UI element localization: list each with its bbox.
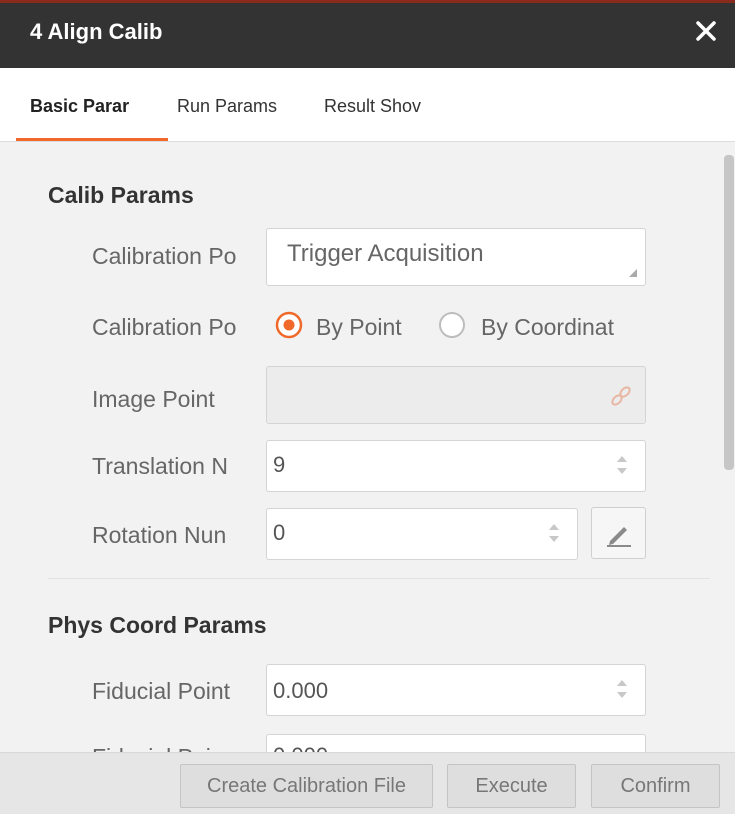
tab-bar: Basic Parar Run Params Result Shov: [0, 68, 735, 142]
translation-num-value: 9: [273, 452, 286, 477]
by-point-label: By Point: [316, 314, 402, 340]
calibration-mode-label: Calibration Po: [92, 314, 237, 340]
fiducial-point-1-label: Fiducial Point: [92, 678, 231, 704]
calibration-source-value: Trigger Acquisition: [287, 240, 484, 267]
close-icon[interactable]: [690, 15, 722, 47]
scrollbar-thumb[interactable]: [724, 155, 734, 470]
rotation-num-label: Rotation Nun: [92, 522, 227, 548]
calibration-source-label: Calibration Po: [92, 243, 237, 269]
image-point-label: Image Point: [92, 386, 215, 412]
rotation-num-value: 0: [273, 520, 286, 545]
create-calibration-file-button[interactable]: Create Calibration File: [180, 764, 433, 808]
stepper-arrows-icon[interactable]: [615, 453, 629, 477]
calib-params-title: Calib Params: [48, 182, 194, 208]
phys-coord-params-title: Phys Coord Params: [48, 612, 267, 638]
translation-num-label: Translation N: [92, 453, 228, 479]
tab-basic-params[interactable]: Basic Parar: [30, 96, 162, 117]
rotation-num-stepper[interactable]: 0: [266, 508, 578, 560]
window-title: 4 Align Calib: [30, 19, 163, 44]
pencil-icon: [607, 527, 631, 547]
active-tab-indicator: [16, 138, 168, 141]
radio-by-point[interactable]: [275, 311, 303, 339]
edit-rotation-button[interactable]: [591, 507, 646, 559]
translation-num-stepper[interactable]: 9: [266, 440, 646, 492]
by-coordinate-label: By Coordinat: [481, 314, 614, 340]
fiducial-point-1-value: 0.000: [273, 678, 329, 703]
radio-by-coordinate[interactable]: [438, 311, 466, 339]
dialog-footer: Create Calibration File Execute Confirm: [0, 752, 735, 814]
fiducial-point-1-stepper[interactable]: 0.000: [266, 664, 646, 716]
align-calib-dialog: 4 Align Calib Basic Parar Run Params Res…: [0, 0, 735, 814]
confirm-button[interactable]: Confirm: [591, 764, 720, 808]
tab-run-params[interactable]: Run Params: [177, 96, 307, 117]
tab-result-show[interactable]: Result Shov: [324, 96, 454, 117]
stepper-arrows-icon[interactable]: [615, 677, 629, 701]
title-bar: 4 Align Calib: [0, 0, 735, 68]
image-point-field[interactable]: [266, 366, 646, 424]
stepper-arrows-icon[interactable]: [547, 521, 561, 545]
dropdown-corner-icon: [629, 269, 637, 277]
section-divider: [48, 578, 710, 579]
link-icon[interactable]: [609, 384, 633, 408]
execute-button[interactable]: Execute: [447, 764, 576, 808]
calibration-source-select[interactable]: Trigger Acquisition: [266, 228, 646, 286]
